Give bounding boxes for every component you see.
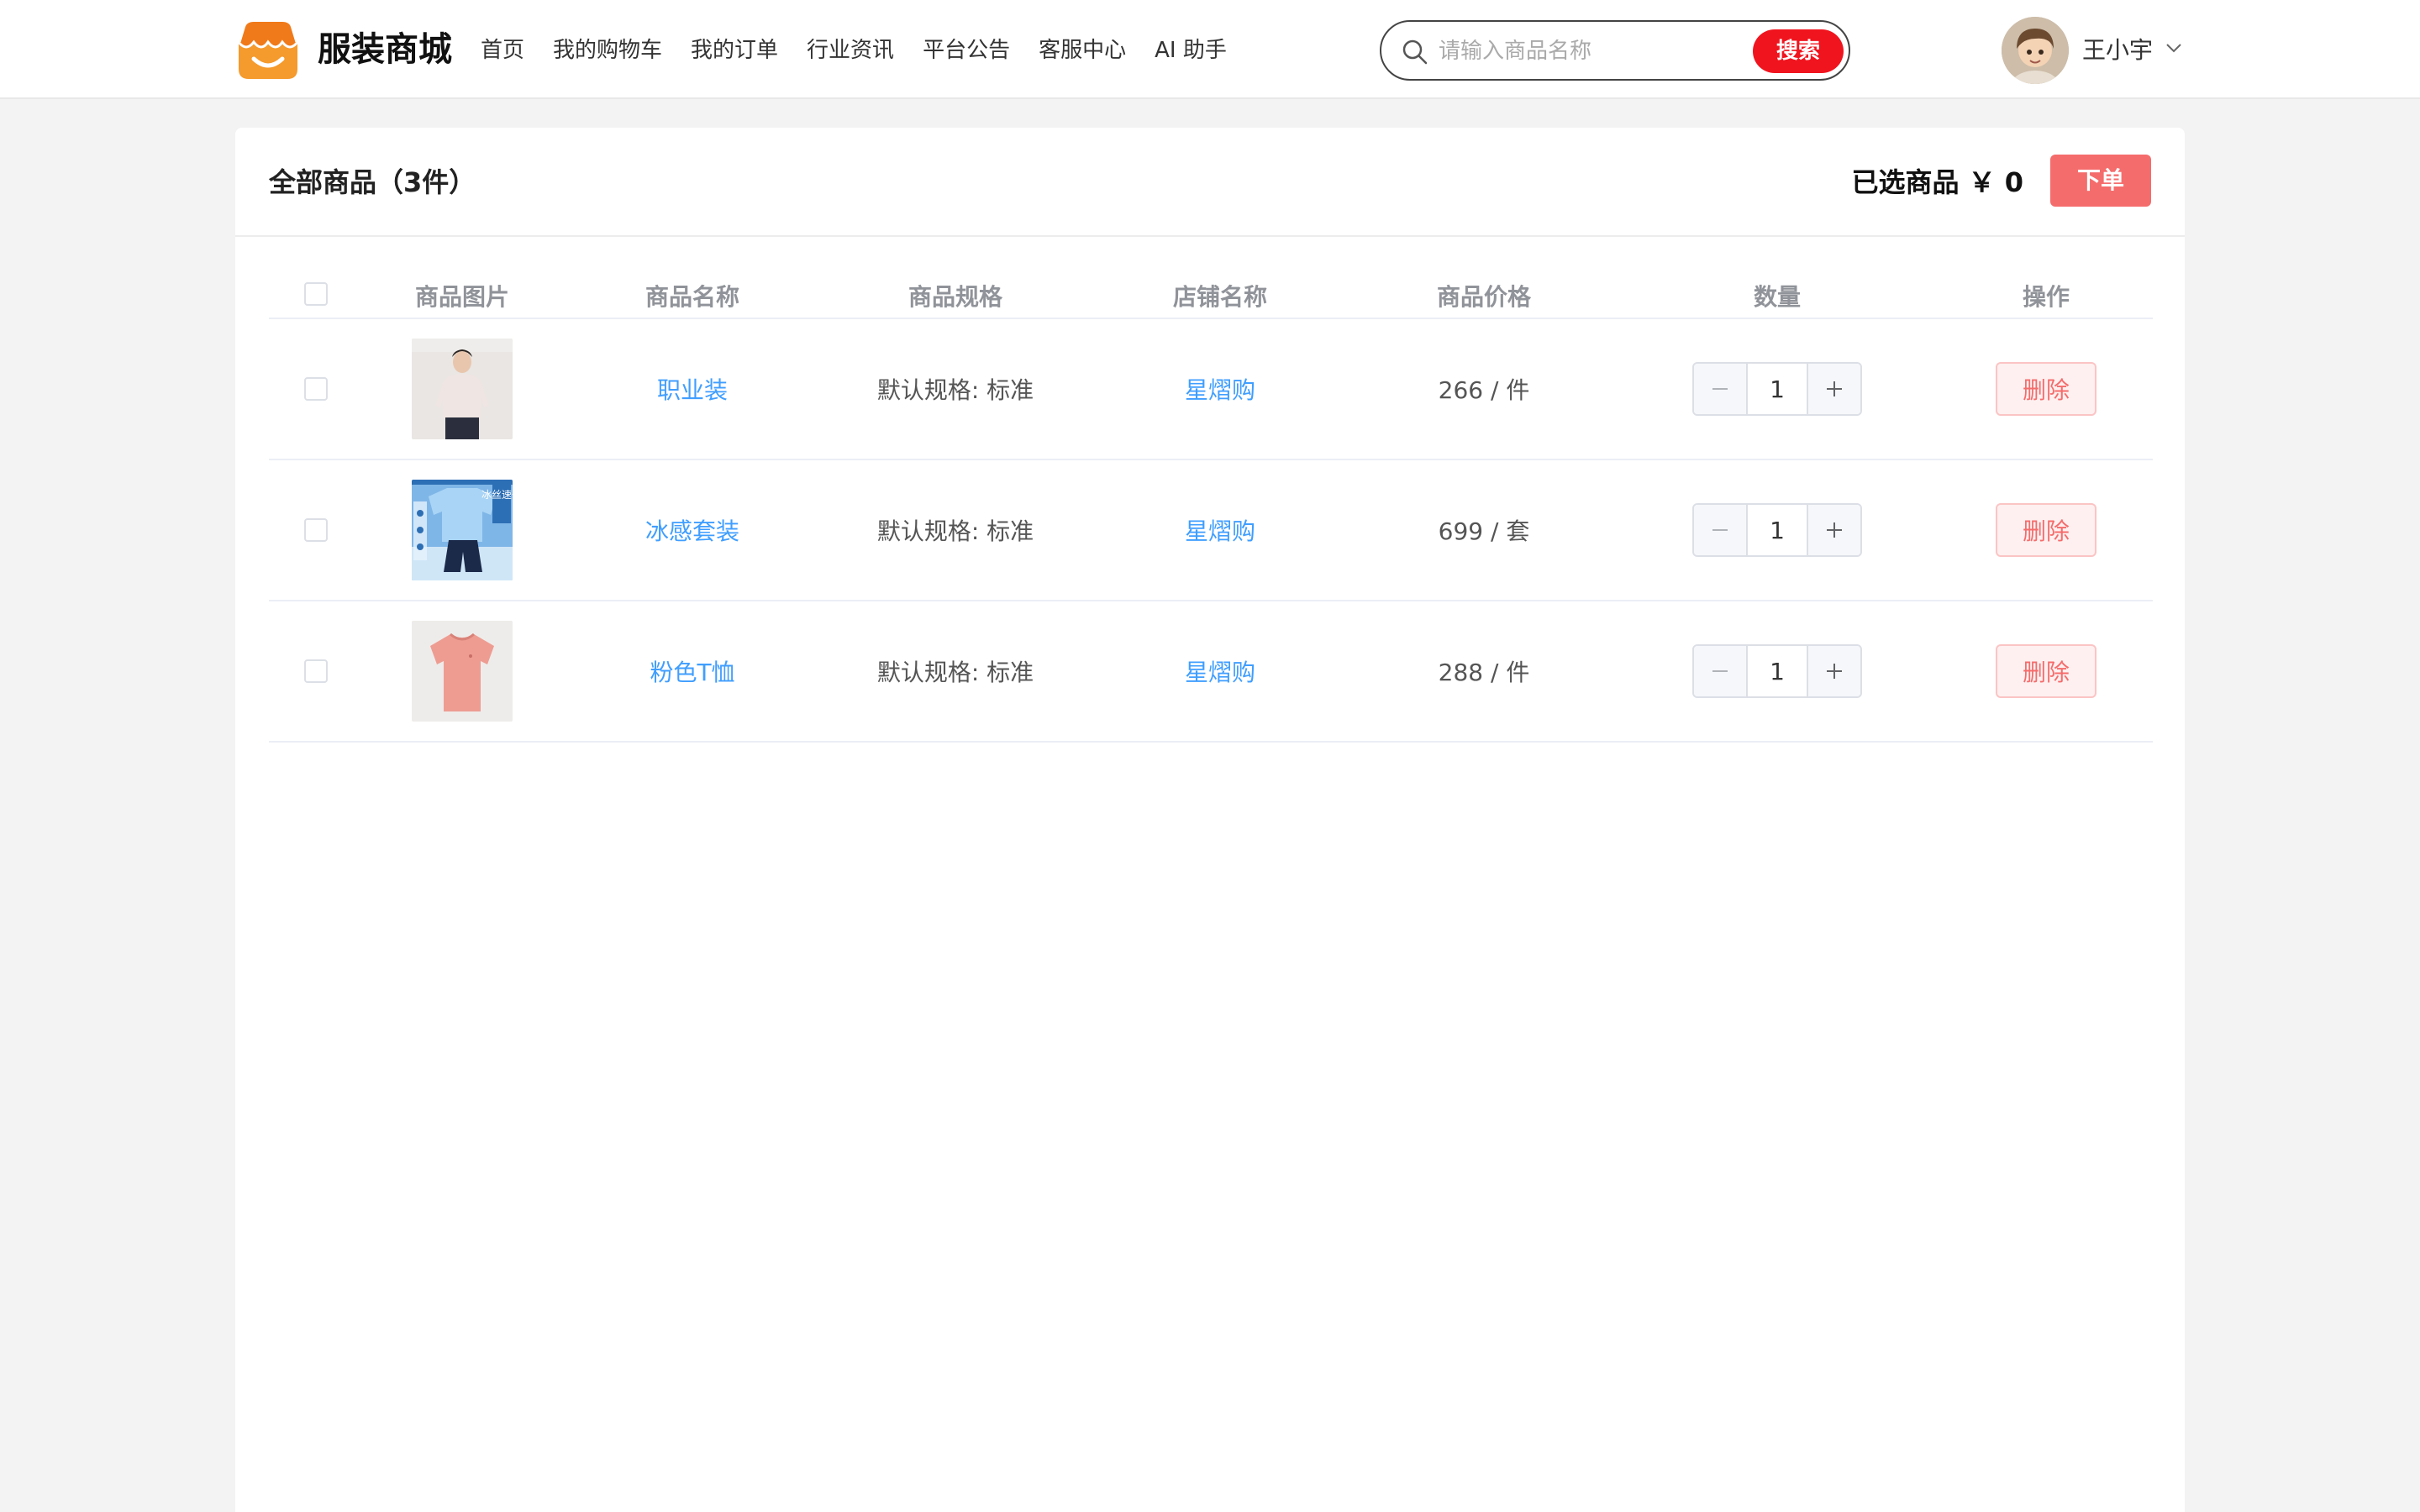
product-image[interactable]: 冰丝速干 [412,480,513,580]
shop-name-link[interactable]: 星熠购 [1185,654,1255,688]
minus-icon[interactable] [1694,646,1748,696]
plus-icon[interactable] [1807,505,1860,555]
nav-news[interactable]: 行业资讯 [807,34,894,67]
quantity-stepper: 1 [1692,644,1862,698]
delete-button[interactable]: 删除 [1996,503,2096,557]
shop-logo-icon[interactable] [235,18,301,81]
select-all-checkbox[interactable] [304,282,328,306]
nav-home[interactable]: 首页 [481,34,524,67]
search-button[interactable]: 搜索 [1753,29,1844,73]
main-nav: 首页 我的购物车 我的订单 行业资讯 平台公告 客服中心 AI 助手 [481,34,1255,67]
product-spec: 默认规格: 标准 [876,517,1034,545]
delete-button[interactable]: 删除 [1996,362,2096,416]
product-price: 288 / 件 [1438,659,1530,686]
col-quantity: 数量 [1753,283,1801,311]
product-image[interactable] [412,339,513,439]
product-spec: 默认规格: 标准 [876,376,1034,404]
product-image[interactable] [412,621,513,722]
top-header: 服装商城 首页 我的购物车 我的订单 行业资讯 平台公告 客服中心 AI 助手 … [0,0,2420,99]
cart-title: 全部商品（3件） [269,166,476,198]
row-checkbox[interactable] [304,659,328,683]
col-name: 商品名称 [644,283,739,311]
cart-header: 全部商品（3件） 已选商品 ￥ 0 下单 [235,128,2185,237]
image-caption: 冰丝速干 [481,489,513,501]
product-price: 699 / 套 [1438,517,1530,545]
nav-announcements[interactable]: 平台公告 [923,34,1010,67]
table-row: 冰丝速干 冰感套装 默认规格: 标准 星熠购 699 / 套 1 删除 [269,460,2153,601]
nav-orders[interactable]: 我的订单 [691,34,778,67]
product-name-link[interactable]: 职业装 [657,372,728,406]
quantity-stepper: 1 [1692,503,1862,557]
user-avatar[interactable] [2002,17,2069,84]
product-name-link[interactable]: 冰感套装 [645,513,739,547]
col-image: 商品图片 [414,283,509,311]
cart-panel: 全部商品（3件） 已选商品 ￥ 0 下单 商品图片 商品名称 商品规格 店铺名称… [235,128,2185,1512]
product-name-link[interactable]: 粉色T恤 [650,654,734,688]
cart-table: 商品图片 商品名称 商品规格 店铺名称 商品价格 数量 操作 职业装 默认规格:… [269,267,2153,743]
minus-icon[interactable] [1694,505,1748,555]
shop-name-link[interactable]: 星熠购 [1185,513,1255,547]
chevron-down-icon[interactable] [2165,39,2183,57]
username[interactable]: 王小宇 [2082,34,2153,67]
selected-total: 已选商品 ￥ 0 [1851,166,2023,198]
col-spec: 商品规格 [908,283,1002,311]
quantity-stepper: 1 [1692,362,1862,416]
row-checkbox[interactable] [304,518,328,542]
table-row: 粉色T恤 默认规格: 标准 星熠购 288 / 件 1 删除 [269,601,2153,743]
shop-name-link[interactable]: 星熠购 [1185,372,1255,406]
place-order-button[interactable]: 下单 [2050,155,2151,207]
search-bar: 搜索 [1380,20,1850,81]
search-input[interactable] [1439,34,1758,69]
row-checkbox[interactable] [304,377,328,401]
quantity-value[interactable]: 1 [1748,505,1807,555]
minus-icon[interactable] [1694,364,1748,414]
delete-button[interactable]: 删除 [1996,644,2096,698]
quantity-value[interactable]: 1 [1748,646,1807,696]
quantity-value[interactable]: 1 [1748,364,1807,414]
nav-service[interactable]: 客服中心 [1039,34,1126,67]
product-price: 266 / 件 [1438,376,1530,404]
plus-icon[interactable] [1807,364,1860,414]
col-action: 操作 [2022,283,2070,311]
table-row: 职业装 默认规格: 标准 星熠购 266 / 件 1 删除 [269,319,2153,460]
product-spec: 默认规格: 标准 [876,659,1034,686]
search-icon [1402,39,1428,66]
table-header: 商品图片 商品名称 商品规格 店铺名称 商品价格 数量 操作 [269,267,2153,319]
plus-icon[interactable] [1807,646,1860,696]
col-price: 商品价格 [1436,283,1531,311]
col-shop: 店铺名称 [1172,283,1267,311]
brand-name[interactable]: 服装商城 [318,25,452,74]
nav-cart[interactable]: 我的购物车 [553,34,662,67]
nav-ai-assistant[interactable]: AI 助手 [1155,34,1227,67]
